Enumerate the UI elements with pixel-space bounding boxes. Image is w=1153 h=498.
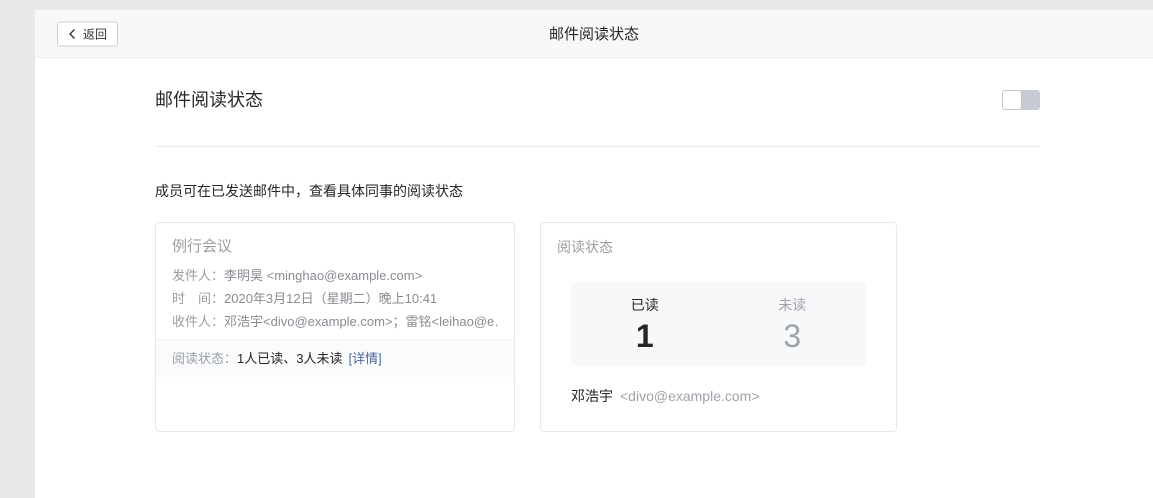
reader-email: <divo@example.com> [620, 388, 760, 404]
mail-meta: 发件人：李明昊 <minghao@example.com> 时 间：2020年3… [172, 264, 498, 333]
chevron-left-icon [68, 28, 77, 39]
section-divider [155, 146, 1040, 147]
time-value: 2020年3月12日（星期二）晚上10:41 [224, 291, 437, 306]
read-status-value: 1人已读、3人未读 [237, 351, 342, 366]
stat-read-count: 1 [571, 317, 719, 355]
detail-link[interactable]: [详情] [348, 351, 381, 366]
toggle-knob [1003, 91, 1021, 109]
recipients-value: 邓浩宇<divo@example.com>；雷铭<leihao@e… [224, 314, 498, 329]
mail-preview-card: 例行会议 发件人：李明昊 <minghao@example.com> 时 间：2… [155, 222, 515, 432]
stat-read-label: 已读 [571, 295, 719, 315]
mail-head: 例行会议 发件人：李明昊 <minghao@example.com> 时 间：2… [156, 223, 514, 333]
settings-panel: 返回 邮件阅读状态 邮件阅读状态 成员可在已发送邮件中，查看具体同事的阅读状态 … [35, 10, 1153, 498]
section-heading: 邮件阅读状态 [155, 88, 263, 112]
heading-row: 邮件阅读状态 [155, 58, 1040, 112]
stat-read: 已读 1 [571, 282, 719, 366]
stat-unread-count: 3 [719, 317, 867, 355]
sender-value: 李明昊 <minghao@example.com> [224, 268, 422, 283]
mail-subject: 例行会议 [172, 235, 498, 259]
read-status-row: 阅读状态：1人已读、3人未读 [详情] [156, 339, 514, 377]
sender-label: 发件人： [172, 268, 224, 283]
recipients-label: 收件人： [172, 314, 224, 329]
reader-item: 邓浩宇 <divo@example.com> [571, 386, 866, 406]
mail-field-sender: 发件人：李明昊 <minghao@example.com> [172, 264, 498, 287]
status-card-title: 阅读状态 [541, 223, 896, 259]
content-area: 邮件阅读状态 成员可在已发送邮件中，查看具体同事的阅读状态 例行会议 发件人：李… [155, 58, 1040, 432]
section-description: 成员可在已发送邮件中，查看具体同事的阅读状态 [155, 181, 1040, 201]
stats-panel: 已读 1 未读 3 [571, 282, 866, 366]
read-status-toggle[interactable] [1002, 90, 1040, 110]
read-status-label: 阅读状态： [172, 351, 237, 366]
topbar: 返回 邮件阅读状态 [35, 10, 1153, 58]
read-status-card: 阅读状态 已读 1 未读 3 邓浩宇 <divo@example.com> [540, 222, 897, 432]
stat-unread: 未读 3 [719, 282, 867, 366]
mail-field-time: 时 间：2020年3月12日（星期二）晚上10:41 [172, 287, 498, 310]
back-button-label: 返回 [83, 25, 107, 42]
reader-name: 邓浩宇 [571, 388, 613, 404]
back-button[interactable]: 返回 [57, 21, 118, 46]
page: { "topbar": { "back_label": "返回", "title… [0, 0, 1153, 498]
stat-unread-label: 未读 [719, 295, 867, 315]
cards-row: 例行会议 发件人：李明昊 <minghao@example.com> 时 间：2… [155, 222, 1040, 432]
time-label: 时 间： [172, 291, 224, 306]
topbar-title: 邮件阅读状态 [549, 23, 639, 44]
mail-field-recipients: 收件人：邓浩宇<divo@example.com>；雷铭<leihao@e… [172, 310, 498, 333]
